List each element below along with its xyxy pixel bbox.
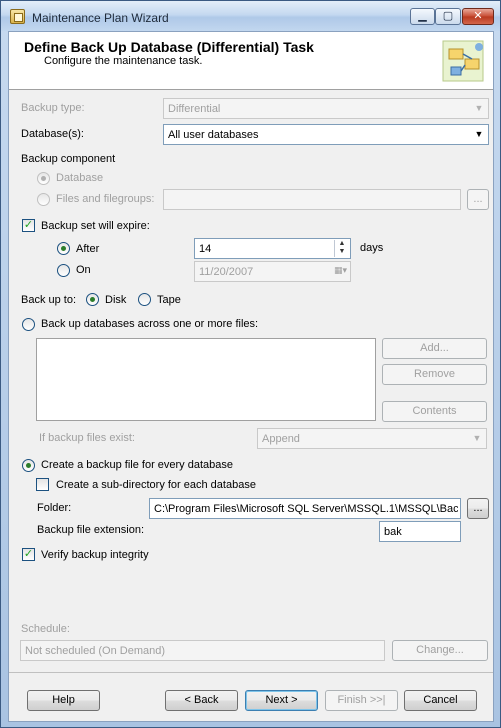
change-schedule-button[interactable]: Change... <box>392 640 488 661</box>
expire-checkbox[interactable]: ✓ <box>22 219 35 232</box>
footer-divider <box>9 672 493 673</box>
back-button[interactable]: < Back <box>165 690 238 711</box>
help-button[interactable]: Help <box>27 690 100 711</box>
app-icon <box>10 9 25 24</box>
if-exist-label: If backup files exist: <box>39 432 135 444</box>
expire-after-radio[interactable] <box>57 242 70 255</box>
backup-to-tape-label: Tape <box>157 294 181 306</box>
add-file-button[interactable]: Add... <box>382 338 487 359</box>
backup-files-list[interactable] <box>36 338 376 421</box>
minimize-button[interactable]: ▁ <box>410 8 435 25</box>
spin-up-icon[interactable]: ▲ <box>335 240 349 248</box>
cancel-button[interactable]: Cancel <box>404 690 477 711</box>
wizard-header: Define Back Up Database (Differential) T… <box>9 32 493 90</box>
chevron-down-icon: ▼ <box>474 103 484 113</box>
backup-to-label: Back up to: <box>21 294 77 306</box>
wizard-client-area: Define Back Up Database (Differential) T… <box>8 31 494 722</box>
expire-after-label: After <box>76 243 100 255</box>
folder-value: C:\Program Files\Microsoft SQL Server\MS… <box>154 503 458 515</box>
expire-date-value: 11/20/2007 <box>199 266 254 278</box>
contents-button[interactable]: Contents <box>382 401 487 422</box>
schedule-input[interactable]: Not scheduled (On Demand) <box>20 640 385 661</box>
backup-type-select[interactable]: Differential ▼ <box>163 98 489 119</box>
window-title: Maintenance Plan Wizard <box>32 11 169 25</box>
expire-days-stepper[interactable]: 14 ▲ ▼ <box>194 238 351 259</box>
finish-button[interactable]: Finish >>| <box>325 690 398 711</box>
across-files-label: Back up databases across one or more fil… <box>41 318 259 330</box>
page-title: Define Back Up Database (Differential) T… <box>24 39 314 55</box>
next-button[interactable]: Next > <box>245 690 318 711</box>
component-database-label: Database <box>56 172 104 184</box>
expire-on-label: On <box>76 264 91 276</box>
extension-input[interactable]: bak <box>379 521 461 542</box>
databases-label: Database(s): <box>21 128 84 140</box>
close-icon: ✕ <box>473 10 483 22</box>
extension-label: Backup file extension: <box>37 524 145 536</box>
backup-to-tape-radio[interactable] <box>138 293 151 306</box>
expire-on-radio[interactable] <box>57 264 70 277</box>
expire-days-value: 14 <box>199 243 212 255</box>
maximize-icon: ▢ <box>442 10 454 22</box>
backup-to-disk-label: Disk <box>105 294 127 306</box>
spin-down-icon[interactable]: ▼ <box>335 248 349 256</box>
databases-value: All user databases <box>168 129 259 141</box>
create-per-db-radio[interactable] <box>22 459 35 472</box>
filegroups-input[interactable] <box>163 189 461 210</box>
component-files-radio[interactable] <box>37 193 50 206</box>
maximize-button[interactable]: ▢ <box>435 8 461 25</box>
verify-label: Verify backup integrity <box>41 549 149 561</box>
close-button[interactable]: ✕ <box>462 8 494 25</box>
create-subdir-label: Create a sub-directory for each database <box>56 479 256 491</box>
verify-checkbox[interactable]: ✓ <box>22 548 35 561</box>
expire-date-picker[interactable]: 11/20/2007 ▦▾ <box>194 261 351 282</box>
create-subdir-checkbox[interactable] <box>36 478 49 491</box>
folder-input[interactable]: C:\Program Files\Microsoft SQL Server\MS… <box>149 498 461 519</box>
remove-file-button[interactable]: Remove <box>382 364 487 385</box>
backup-type-value: Differential <box>168 103 221 115</box>
folder-label: Folder: <box>37 502 72 514</box>
folder-browse-button[interactable]: ... <box>467 498 489 519</box>
backup-to-disk-radio[interactable] <box>86 293 99 306</box>
wizard-banner-icon <box>442 40 484 82</box>
backup-type-label: Backup type: <box>21 102 85 114</box>
create-per-db-label: Create a backup file for every database <box>41 459 234 471</box>
filegroups-browse-button[interactable]: ... <box>467 189 489 210</box>
wizard-window: Maintenance Plan Wizard ▁ ▢ ✕ Define Bac… <box>0 0 501 728</box>
if-exist-select[interactable]: Append ▼ <box>257 428 487 449</box>
chevron-down-icon: ▼ <box>471 126 487 143</box>
expire-label: Backup set will expire: <box>41 220 150 232</box>
minimize-icon: ▁ <box>418 10 427 22</box>
spin-buttons[interactable]: ▲ ▼ <box>334 240 349 257</box>
databases-select[interactable]: All user databases ▼ <box>163 124 489 145</box>
backup-component-label: Backup component <box>21 153 116 165</box>
calendar-dropdown-icon: ▦▾ <box>333 265 347 275</box>
component-database-radio[interactable] <box>37 172 50 185</box>
chevron-down-icon: ▼ <box>472 433 482 443</box>
page-subtitle: Configure the maintenance task. <box>44 55 203 67</box>
schedule-value: Not scheduled (On Demand) <box>25 645 166 657</box>
across-files-radio[interactable] <box>22 318 35 331</box>
title-bar[interactable]: Maintenance Plan Wizard ▁ ▢ ✕ <box>1 1 500 31</box>
if-exist-value: Append <box>262 433 300 445</box>
extension-value: bak <box>384 526 402 538</box>
component-files-label: Files and filegroups: <box>56 193 155 205</box>
schedule-label: Schedule: <box>21 623 70 635</box>
days-label: days <box>360 242 384 254</box>
